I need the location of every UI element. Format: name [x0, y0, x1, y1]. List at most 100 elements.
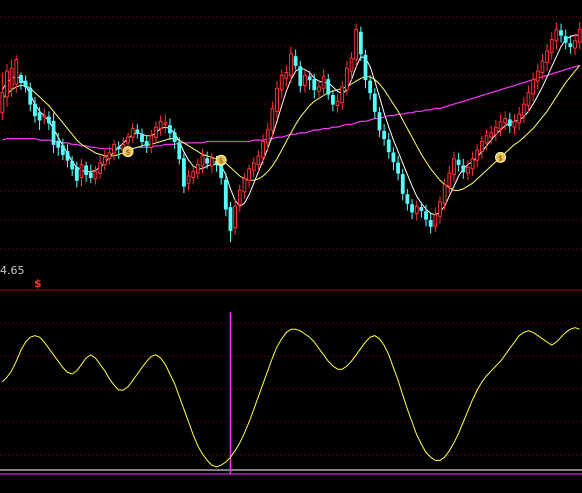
candle-body — [158, 120, 163, 130]
candle-body — [563, 36, 568, 43]
candle-body — [46, 116, 51, 124]
candle-body — [228, 207, 233, 232]
candle-body — [419, 207, 424, 211]
candle-body — [405, 194, 410, 204]
candle-body — [51, 120, 56, 145]
stock-chart: $ $ $ 4.65 $ — [0, 0, 582, 489]
candle-body — [168, 125, 172, 134]
candle-body — [358, 31, 363, 55]
candle-body — [414, 205, 419, 214]
candle-body — [372, 93, 377, 112]
candle-body — [289, 53, 293, 76]
candle-body — [340, 86, 345, 104]
candle-body — [172, 132, 177, 142]
candle-body — [484, 135, 489, 144]
candle-body — [377, 112, 382, 131]
candle-body — [559, 30, 563, 36]
money-bag-icon-glyph: $ — [498, 154, 502, 162]
chart-canvas: $ $ $ — [0, 16, 582, 475]
candle-body — [540, 60, 545, 73]
candle-body — [163, 122, 168, 125]
candle-body — [112, 143, 116, 154]
candle-body — [223, 179, 228, 210]
candle-body — [317, 86, 321, 92]
candle-body — [517, 113, 522, 124]
candle-body — [349, 57, 354, 72]
candle-body — [130, 128, 135, 138]
candle-body — [5, 70, 9, 98]
candle-body — [247, 168, 251, 181]
candle-body — [19, 74, 23, 84]
candle-body — [275, 87, 279, 112]
candle-body — [200, 155, 205, 167]
candle-body — [442, 184, 447, 204]
oscillator-line — [1, 327, 580, 468]
candle-body — [191, 171, 196, 178]
candle-body — [182, 158, 186, 187]
candle-body — [568, 43, 573, 48]
candle-body — [410, 204, 414, 213]
candle-body — [535, 70, 540, 82]
candle-body — [14, 59, 19, 85]
candle-body — [424, 211, 428, 220]
candle-body — [79, 164, 84, 178]
candle-body — [60, 145, 65, 155]
candle-body — [433, 214, 438, 227]
candle-body — [9, 67, 14, 89]
candle-body — [233, 205, 238, 229]
candle-body — [335, 100, 340, 107]
candle-body — [493, 126, 498, 135]
candle-body — [344, 67, 349, 91]
candle-body — [65, 151, 70, 161]
candle-body — [242, 178, 247, 193]
candle-body — [70, 161, 75, 170]
candle-body — [303, 74, 307, 86]
price-axis-label: 4.65 — [0, 264, 25, 277]
candle-body — [298, 66, 303, 86]
dollar-marker: $ — [34, 277, 42, 290]
candle-body — [452, 158, 456, 176]
candle-body — [84, 165, 89, 176]
candle-body — [256, 155, 261, 165]
candle-body — [149, 135, 154, 148]
candle-body — [219, 165, 224, 178]
candle-body — [23, 80, 28, 88]
candle-body — [102, 156, 107, 165]
candle-body — [386, 139, 391, 153]
candle-body — [261, 141, 265, 158]
candle-body — [154, 126, 158, 138]
candle-body — [428, 220, 433, 227]
candle-body — [475, 149, 480, 161]
candle-body — [396, 162, 400, 174]
candle-body — [107, 152, 112, 160]
candle-body — [270, 107, 275, 131]
candle-body — [368, 80, 373, 94]
candle-body — [88, 172, 93, 178]
candle-body — [205, 158, 210, 164]
candle-body — [28, 87, 33, 105]
candle-body — [321, 76, 326, 89]
candle-body — [438, 201, 442, 217]
candle-body — [521, 103, 526, 117]
candle-body — [140, 133, 144, 142]
candle-body — [577, 28, 582, 43]
candle-body — [144, 141, 149, 147]
candle-body — [186, 175, 191, 184]
candle-body — [363, 54, 368, 81]
candle-body — [93, 171, 98, 180]
candle-body — [126, 136, 130, 144]
candle-body — [195, 164, 200, 174]
candle-body — [391, 152, 396, 163]
candle-body — [470, 158, 475, 170]
candle-body — [489, 132, 494, 138]
candle-body — [135, 129, 140, 134]
candle-body — [326, 79, 331, 95]
candle-body — [503, 118, 508, 124]
candle-body — [293, 56, 298, 66]
candle-body — [98, 162, 103, 174]
candle-body — [466, 166, 470, 174]
candle-body — [549, 38, 554, 53]
candle-body — [498, 120, 503, 130]
candle-body — [237, 189, 242, 206]
candle-body — [531, 79, 536, 95]
